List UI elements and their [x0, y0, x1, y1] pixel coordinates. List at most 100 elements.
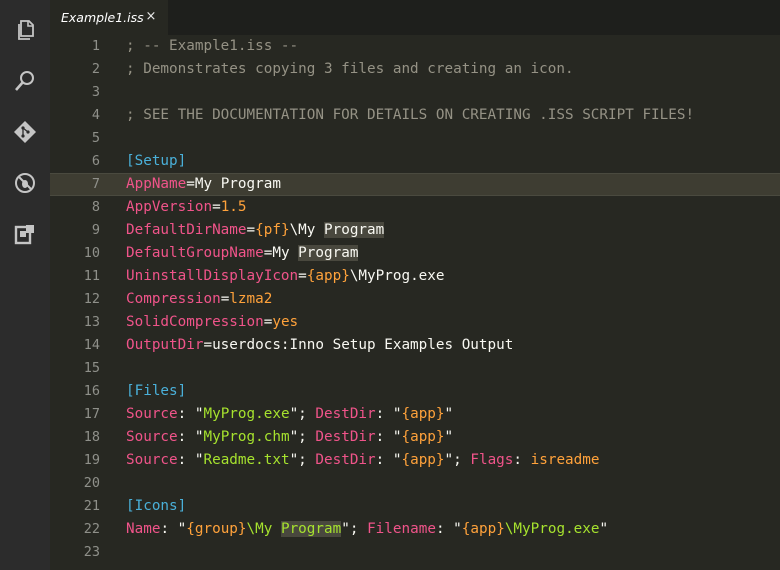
code-token: ";: [289, 406, 316, 422]
code-token: 1.5: [220, 199, 247, 215]
code-token: Source: [126, 452, 178, 468]
code-editor[interactable]: 1 ; -- Example1.iss -- 2 ; Demonstrates cop…: [50, 35, 780, 570]
code-token: {app}: [401, 429, 445, 445]
tab-example1-iss[interactable]: Example1.iss ×: [50, 0, 169, 35]
line-number: 12: [83, 291, 100, 307]
code-token: : ": [375, 429, 402, 445]
code-token: {app}: [401, 452, 445, 468]
line-number: 23: [83, 544, 100, 560]
line-number: 13: [83, 314, 100, 330]
line-code: UninstallDisplayIcon={app}\MyProg.exe: [126, 265, 445, 288]
code-line[interactable]: 3: [50, 81, 780, 104]
code-token: \MyProg.exe: [349, 268, 445, 284]
code-token: [Icons]: [126, 498, 187, 514]
code-line[interactable]: 23: [50, 541, 780, 564]
line-number: 22: [83, 521, 100, 537]
code-token: DefaultDirName: [126, 222, 247, 238]
code-line[interactable]: 10 DefaultGroupName=My Program: [50, 242, 780, 265]
code-line[interactable]: 7 AppName=My Program: [50, 173, 780, 196]
code-token: \My: [289, 222, 324, 238]
code-line[interactable]: 13 SolidCompression=yes: [50, 311, 780, 334]
code-token: =My: [263, 245, 299, 261]
line-number: 2: [91, 61, 100, 77]
line-number: 5: [91, 130, 100, 146]
code-token: Filename: [367, 521, 436, 537]
line-number: 21: [83, 498, 100, 514]
code-token: DestDir: [315, 429, 376, 445]
code-line[interactable]: 20: [50, 472, 780, 495]
git-icon[interactable]: [12, 119, 38, 145]
code-token: DestDir: [315, 406, 376, 422]
code-token: =My Program: [186, 176, 281, 192]
line-code: ; -- Example1.iss --: [126, 35, 298, 58]
code-token: [Setup]: [126, 153, 187, 169]
code-token: Flags: [470, 452, 514, 468]
code-line[interactable]: 16 [Files]: [50, 380, 780, 403]
close-icon[interactable]: ×: [144, 10, 158, 24]
code-token: : ": [177, 406, 204, 422]
code-token: UninstallDisplayIcon: [126, 268, 299, 284]
line-number: 20: [83, 475, 100, 491]
code-token: DefaultGroupName: [126, 245, 264, 261]
code-token: : ": [177, 429, 204, 445]
code-token: isreadme: [530, 452, 600, 468]
code-line[interactable]: 4 ; SEE THE DOCUMENTATION FOR DETAILS ON …: [50, 104, 780, 127]
code-line[interactable]: 19 Source: "Readme.txt"; DestDir: "{app}"…: [50, 449, 780, 472]
code-token: : ": [177, 452, 204, 468]
code-token: AppVersion: [126, 199, 213, 215]
line-code: Source: "MyProg.exe"; DestDir: "{app}": [126, 403, 453, 426]
code-line[interactable]: 21 [Icons]: [50, 495, 780, 518]
tab-title: Example1.iss: [61, 10, 144, 25]
debug-icon[interactable]: [12, 170, 38, 196]
code-token: AppName: [126, 176, 187, 192]
code-token: lzma2: [229, 291, 273, 307]
explorer-icon[interactable]: [12, 17, 38, 43]
line-code: DefaultDirName={pf}\My Program: [126, 219, 385, 242]
code-token: Program: [298, 245, 359, 261]
search-icon[interactable]: [12, 68, 38, 94]
code-line[interactable]: 2 ; Demonstrates copying 3 files and crea…: [50, 58, 780, 81]
code-token: {pf}: [255, 222, 290, 238]
code-token: ": [599, 521, 609, 537]
code-line[interactable]: 15: [50, 357, 780, 380]
line-number: 4: [91, 107, 100, 123]
code-line[interactable]: 5: [50, 127, 780, 150]
code-token: yes: [272, 314, 299, 330]
code-token: Source: [126, 429, 178, 445]
code-token: =: [246, 222, 256, 238]
code-token: Program: [324, 222, 385, 238]
code-token: :: [513, 452, 531, 468]
code-line[interactable]: 17 Source: "MyProg.exe"; DestDir: "{app}": [50, 403, 780, 426]
code-token: \MyProg.exe: [504, 521, 600, 537]
code-line[interactable]: 11 UninstallDisplayIcon={app}\MyProg.exe: [50, 265, 780, 288]
code-token: MyProg.exe: [203, 406, 290, 422]
code-token: SolidCompression: [126, 314, 264, 330]
code-line[interactable]: 18 Source: "MyProg.chm"; DestDir: "{app}": [50, 426, 780, 449]
line-code: DefaultGroupName=My Program: [126, 242, 359, 265]
code-token: : ": [375, 452, 402, 468]
line-code: SolidCompression=yes: [126, 311, 298, 334]
extensions-icon[interactable]: [12, 221, 38, 247]
line-code: ; SEE THE DOCUMENTATION FOR DETAILS ON C…: [126, 104, 694, 127]
code-token: [Files]: [126, 383, 187, 399]
code-line[interactable]: 14 OutputDir=userdocs:Inno Setup Examples…: [50, 334, 780, 357]
line-number: 16: [83, 383, 100, 399]
line-number: 10: [83, 245, 100, 261]
code-token: ";: [289, 452, 316, 468]
code-line[interactable]: 6 [Setup]: [50, 150, 780, 173]
code-token: ": [444, 406, 454, 422]
code-line[interactable]: 12 Compression=lzma2: [50, 288, 780, 311]
line-number: 9: [91, 222, 100, 238]
code-token: Name: [126, 521, 161, 537]
code-token: =: [298, 268, 307, 284]
code-token: ; -- Example1.iss --: [126, 38, 299, 54]
code-token: {app}: [461, 521, 505, 537]
line-code: AppVersion=1.5: [126, 196, 247, 219]
line-code: [Files]: [126, 380, 186, 403]
code-line[interactable]: 1 ; -- Example1.iss --: [50, 35, 780, 58]
code-line[interactable]: 22 Name: "{group}\My Program"; Filename: …: [50, 518, 780, 541]
code-line[interactable]: 8 AppVersion=1.5: [50, 196, 780, 219]
code-token: =: [220, 291, 230, 307]
code-token: : ": [160, 521, 187, 537]
code-line[interactable]: 9 DefaultDirName={pf}\My Program: [50, 219, 780, 242]
